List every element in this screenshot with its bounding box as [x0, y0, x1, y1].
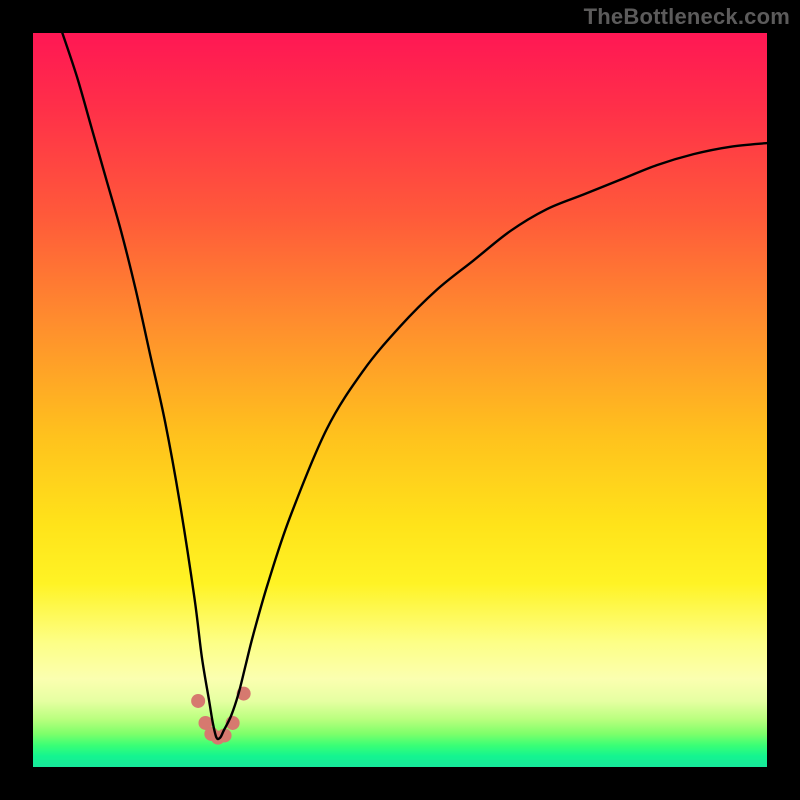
bottleneck-curve	[62, 33, 767, 739]
curve-svg	[33, 33, 767, 767]
watermark-text: TheBottleneck.com	[584, 4, 790, 30]
chart-frame: TheBottleneck.com	[0, 0, 800, 800]
plot-area	[33, 33, 767, 767]
valley-marker	[191, 694, 205, 708]
